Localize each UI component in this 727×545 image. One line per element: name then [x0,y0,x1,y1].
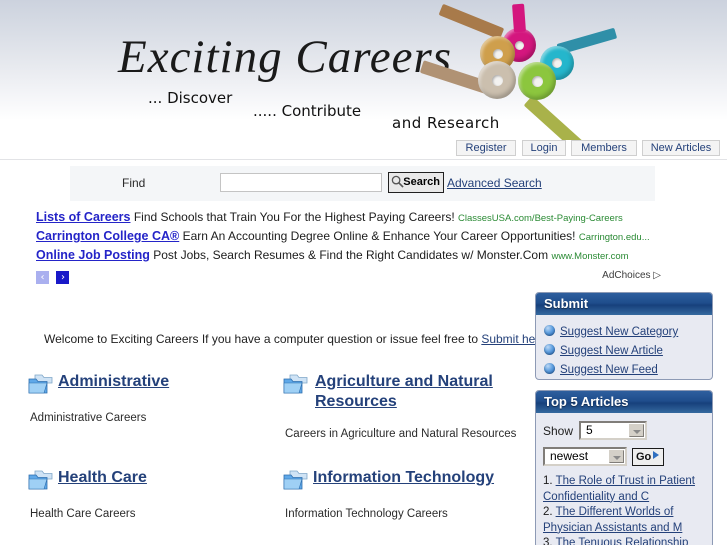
ad-title-link[interactable]: Online Job Posting [36,248,150,262]
category-card: Health Care Health Care Careers [28,468,263,520]
show-count-row: Show 5 [543,421,706,443]
category-card: Administrative Administrative Careers [28,372,263,424]
go-button-label: Go [636,450,652,463]
sort-row: newest Go [543,447,706,471]
show-count-value: 5 [586,423,593,437]
category-description: Careers in Agriculture and Natural Resou… [285,428,517,440]
folder-icon [28,470,53,490]
welcome-message: Welcome to Exciting Careers If you have … [44,332,546,346]
sort-order-select[interactable]: newest [543,447,627,466]
show-count-select[interactable]: 5 [579,421,648,440]
list-item[interactable]: Suggest New Category [544,321,712,340]
category-card: Agriculture and Natural Resources Career… [283,372,518,440]
submit-panel: Submit Suggest New Category Suggest New … [535,292,713,380]
bullet-icon [544,325,555,336]
magnifier-icon [391,175,404,188]
list-item[interactable]: 3. The Tenuous Relationship [543,536,706,545]
category-title-link[interactable]: Administrative [58,372,263,392]
ad-url[interactable]: www.Monster.com [551,251,628,262]
folder-icon [283,374,308,394]
submit-panel-list: Suggest New Category Suggest New Article… [536,315,712,378]
adchoices-label[interactable]: AdChoices ▷ [602,270,661,281]
article-number: 2. [543,506,553,518]
tagline-contribute: ..... Contribute [253,102,362,120]
adchoices-triangle-icon: ▷ [653,270,661,281]
header-divider [0,159,727,160]
category-description: Information Technology Careers [285,508,448,520]
ad-row[interactable]: Carrington College CA® Earn An Accountin… [36,227,716,246]
suggest-new-feed-link[interactable]: Suggest New Feed [560,364,658,376]
article-title-link[interactable]: The Role of Trust in Patient Confidentia… [543,475,695,503]
list-item[interactable]: 2. The Different Worlds of Physician Ass… [543,505,706,536]
category-description: Health Care Careers [30,508,136,520]
find-label: Find [122,176,146,190]
top5-article-list: 1. The Role of Trust in Patient Confiden… [543,474,706,545]
top-nav: Register Login Members New Articles [0,140,727,158]
category-header: Information Technology [283,468,518,494]
category-header: Agriculture and Natural Resources [283,372,518,412]
bullet-icon [544,363,555,374]
category-header: Health Care [28,468,263,494]
list-item[interactable]: Suggest New Feed [544,359,712,378]
chevron-down-icon[interactable] [609,450,624,463]
top5-articles-panel: Top 5 Articles Show 5 newest Go 1. The Rol… [535,390,713,545]
search-input[interactable] [220,173,382,192]
submit-panel-title: Submit [536,293,712,315]
nav-button-login[interactable]: Login [522,140,566,156]
ad-block: Lists of Careers Find Schools that Train… [36,208,716,265]
top5-panel-body: Show 5 newest Go 1. The Role of Trust in P… [536,413,712,545]
ad-row[interactable]: Online Job Posting Post Jobs, Search Res… [36,246,716,265]
article-title-link[interactable]: The Tenuous Relationship [556,537,689,545]
suggest-new-article-link[interactable]: Suggest New Article [560,345,663,357]
ad-prev-arrow-icon[interactable]: ‹ [36,271,49,284]
site-header: Exciting Careers ... Discover ..... Cont… [0,0,727,140]
nav-button-members[interactable]: Members [571,140,637,156]
site-logo-wordmark: Exciting Careers [118,31,453,83]
article-title-link[interactable]: The Different Worlds of Physician Assist… [543,506,682,534]
tagline-discover: ... Discover [148,89,233,107]
ad-title-link[interactable]: Lists of Careers [36,210,130,224]
list-item[interactable]: 1. The Role of Trust in Patient Confiden… [543,474,706,505]
show-label: Show [543,423,574,438]
ad-pager: ‹ › [36,271,72,285]
advanced-search-link[interactable]: Advanced Search [447,176,542,190]
ad-body: Post Jobs, Search Resumes & Find the Rig… [153,248,549,262]
category-title-link[interactable]: Health Care [58,468,263,488]
nav-button-new-articles[interactable]: New Articles [642,140,720,156]
ad-row[interactable]: Lists of Careers Find Schools that Train… [36,208,716,227]
category-header: Administrative [28,372,263,398]
chevron-down-icon[interactable] [629,424,645,437]
bullet-icon [544,344,555,355]
play-triangle-icon [653,450,660,459]
ad-url[interactable]: ClassesUSA.com/Best-Paying-Careers [458,213,623,224]
category-title-link[interactable]: Agriculture and Natural Resources [315,372,518,412]
suggest-new-category-link[interactable]: Suggest New Category [560,326,678,338]
ad-title-link[interactable]: Carrington College CA® [36,229,179,243]
article-number: 1. [543,475,553,487]
ad-url[interactable]: Carrington.edu... [579,232,650,243]
folder-icon [283,470,308,490]
category-title-link[interactable]: Information Technology [313,468,518,488]
list-item[interactable]: Suggest New Article [544,340,712,359]
keys-icon [419,3,630,140]
category-card: Information Technology Information Techn… [283,468,518,520]
ad-body: Earn An Accounting Degree Online & Enhan… [182,229,576,243]
adchoices-text: AdChoices [602,270,651,281]
category-description: Administrative Careers [30,412,147,424]
folder-icon [28,374,53,394]
welcome-text: Welcome to Exciting Careers If you have … [44,332,482,346]
ad-next-arrow-icon[interactable]: › [56,271,70,284]
sort-order-value: newest [550,449,589,463]
article-number: 3. [543,537,553,545]
top5-panel-title: Top 5 Articles [536,391,712,413]
nav-button-register[interactable]: Register [456,140,516,156]
go-button[interactable]: Go [632,447,664,466]
ad-body: Find Schools that Train You For the High… [133,210,455,224]
page-root: Exciting Careers ... Discover ..... Cont… [0,0,727,545]
